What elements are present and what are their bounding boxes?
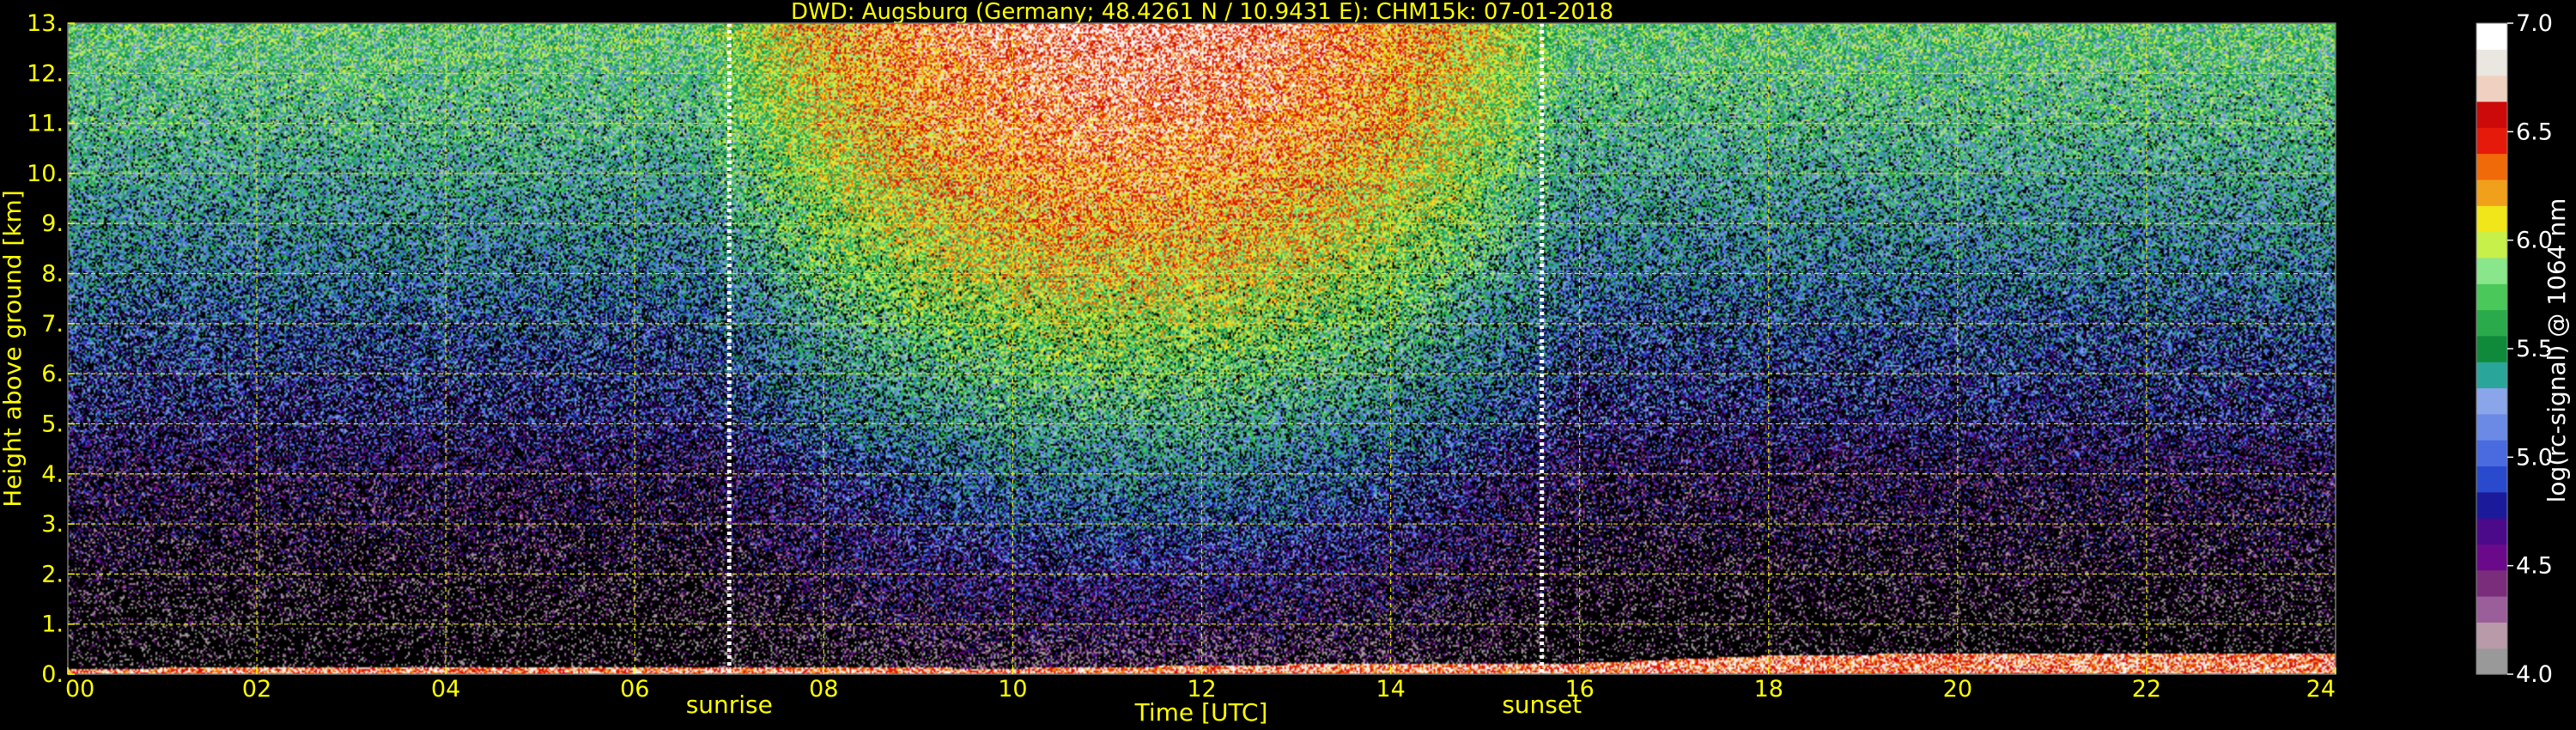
y-tick-label: 11. xyxy=(27,111,64,137)
x-tick-label: 14 xyxy=(1376,676,1405,703)
y-tick-label: 12. xyxy=(27,60,64,87)
colorbar-segment xyxy=(2476,518,2507,544)
colorbar-segment xyxy=(2476,153,2507,180)
y-tick-label: 8. xyxy=(41,261,64,288)
colorbar-tick-label: 6.5 xyxy=(2516,119,2553,145)
colorbar-segment xyxy=(2476,569,2507,597)
x-tick-label: 10 xyxy=(998,676,1027,703)
x-tick-label: 24 xyxy=(2306,676,2336,703)
colorbar-label: log(rc-signal) @ 1064 nm xyxy=(2543,198,2571,503)
colorbar-segment xyxy=(2476,309,2507,337)
colorbar-segment xyxy=(2476,622,2507,649)
y-tick-label: 9. xyxy=(41,210,64,237)
x-tick-label: 02 xyxy=(242,676,271,703)
y-tick-label: 5. xyxy=(41,411,64,437)
colorbar-segment xyxy=(2476,544,2507,571)
colorbar-segment xyxy=(2476,23,2507,50)
colorbar-segment xyxy=(2476,75,2507,102)
x-tick-label: 08 xyxy=(809,676,838,703)
y-tick-label: 6. xyxy=(41,361,64,387)
colorbar-segment xyxy=(2476,465,2507,493)
x-tick-label: 18 xyxy=(1754,676,1783,703)
y-tick-label: 4. xyxy=(41,461,64,488)
x-tick-label: 06 xyxy=(620,676,649,703)
x-tick-label: 22 xyxy=(2132,676,2161,703)
plot-area xyxy=(67,22,2336,675)
y-tick-label: 13. xyxy=(27,10,64,37)
colorbar-segment xyxy=(2476,362,2507,389)
sunrise-label: sunrise xyxy=(686,690,773,719)
sunset-label: sunset xyxy=(1502,690,1582,719)
colorbar-segment xyxy=(2476,127,2507,155)
y-tick-label: 2. xyxy=(41,561,64,587)
x-tick-label: 04 xyxy=(431,676,460,703)
y-tick-label: 10. xyxy=(27,161,64,187)
y-tick-label: 1. xyxy=(41,611,64,638)
colorbar-segment xyxy=(2476,100,2507,128)
colorbar xyxy=(2476,22,2508,675)
colorbar-segment xyxy=(2476,648,2507,675)
y-axis-label: Height above ground [km] xyxy=(0,190,27,508)
colorbar-tick-label: 7.0 xyxy=(2516,10,2553,37)
colorbar-segment xyxy=(2476,231,2507,259)
y-tick-label: 3. xyxy=(41,511,64,538)
colorbar-segment xyxy=(2476,491,2507,519)
x-axis-label: Time [UTC] xyxy=(1134,698,1268,727)
chart-title: DWD: Augsburg (Germany; 48.4261 N / 10.9… xyxy=(791,0,1613,25)
colorbar-segment xyxy=(2476,440,2507,467)
colorbar-segment xyxy=(2476,335,2507,362)
colorbar-segment xyxy=(2476,413,2507,441)
colorbar-segment xyxy=(2476,596,2507,623)
colorbar-segment xyxy=(2476,179,2507,206)
colorbar-segment xyxy=(2476,205,2507,233)
colorbar-tick-label: 4.0 xyxy=(2516,661,2553,688)
colorbar-segment xyxy=(2476,283,2507,311)
colorbar-segment xyxy=(2476,387,2507,415)
y-tick-label: 0. xyxy=(41,661,64,688)
colorbar-segment xyxy=(2476,257,2507,284)
x-tick-label: 20 xyxy=(1943,676,1972,703)
colorbar-tick-label: 4.5 xyxy=(2516,553,2553,580)
colorbar-segment xyxy=(2476,49,2507,76)
ceilometer-figure: DWD: Augsburg (Germany; 48.4261 N / 10.9… xyxy=(0,0,2576,730)
y-tick-label: 7. xyxy=(41,311,64,338)
x-tick-label: 00 xyxy=(65,676,94,703)
